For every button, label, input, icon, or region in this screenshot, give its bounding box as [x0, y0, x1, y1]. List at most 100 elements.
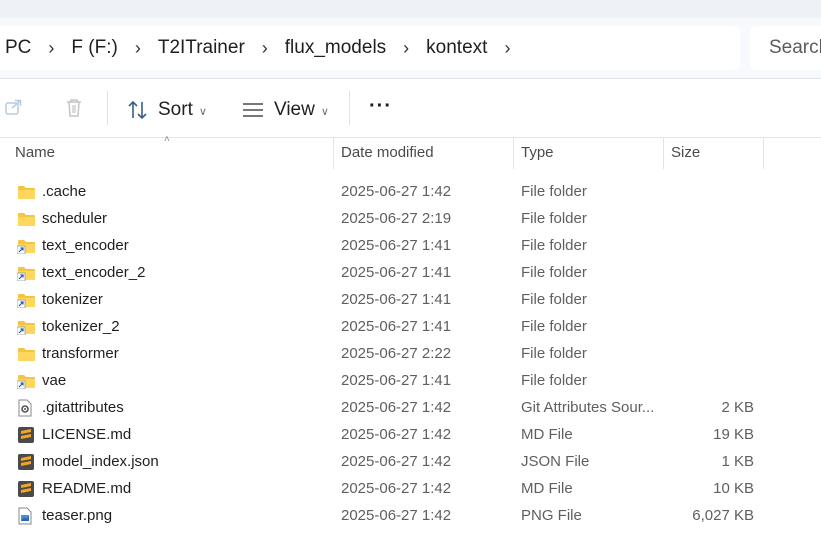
file-row[interactable]: .gitattributes 2025-06-27 1:42 Git Attribu… — [0, 394, 821, 421]
file-row[interactable]: LICENSE.md 2025-06-27 1:42 MD File 19 KB — [0, 421, 821, 448]
sort-icon — [128, 100, 147, 120]
column-divider[interactable] — [663, 137, 664, 169]
toolbar-divider — [349, 91, 350, 125]
file-type: JSON File — [521, 453, 590, 470]
file-size: 10 KB — [713, 480, 754, 497]
file-type: File folder — [521, 318, 587, 335]
view-button[interactable]: View ∨ — [242, 99, 329, 121]
chevron-right-icon[interactable]: › — [493, 38, 521, 59]
column-divider[interactable] — [513, 137, 514, 169]
file-list: .cache 2025-06-27 1:42 File folder schedule… — [0, 178, 821, 529]
file-type: PNG File — [521, 507, 582, 524]
file-name: teaser.png — [42, 507, 113, 524]
file-size: 2 KB — [721, 399, 754, 416]
share-icon — [5, 99, 22, 115]
chevron-down-icon: ∨ — [320, 105, 329, 118]
file-type: File folder — [521, 372, 587, 389]
breadcrumb-item-t2itrainer[interactable]: T2ITrainer — [152, 37, 251, 59]
file-row[interactable]: teaser.png 2025-06-27 1:42 PNG File 6,027 K… — [0, 502, 821, 529]
file-size — [664, 340, 754, 367]
file-size — [664, 286, 754, 313]
column-type-header[interactable]: Type — [521, 137, 554, 169]
breadcrumb-item-drive[interactable]: F (F:) — [65, 37, 123, 59]
file-row[interactable]: text_encoder_2 2025-06-27 1:41 File folder — [0, 259, 821, 286]
sublime-file-icon — [17, 448, 37, 475]
file-row[interactable]: transformer 2025-06-27 2:22 File folder — [0, 340, 821, 367]
address-bar-area: PC › F (F:) › T2ITrainer › flux_models ›… — [0, 18, 821, 79]
file-type: Git Attributes Sour... — [521, 399, 655, 416]
file-name: scheduler — [42, 210, 108, 227]
chevron-right-icon[interactable]: › — [392, 38, 420, 59]
folder-shortcut-icon — [17, 259, 37, 286]
file-row[interactable]: model_index.json 2025-06-27 1:42 JSON File… — [0, 448, 821, 475]
file-name: .cache — [42, 183, 87, 200]
folder-shortcut-icon — [17, 367, 37, 394]
gear-file-icon — [17, 394, 37, 421]
file-row[interactable]: vae 2025-06-27 1:41 File folder — [0, 367, 821, 394]
column-divider[interactable] — [763, 137, 764, 169]
file-name: text_encoder — [42, 237, 129, 254]
breadcrumb-item-pc[interactable]: PC — [0, 37, 37, 59]
chevron-right-icon[interactable]: › — [124, 38, 152, 59]
breadcrumb[interactable]: PC › F (F:) › T2ITrainer › flux_models ›… — [0, 26, 740, 70]
column-date-header[interactable]: Date modified — [341, 137, 434, 169]
search-input[interactable] — [750, 36, 821, 60]
file-name: .gitattributes — [42, 399, 124, 416]
file-date-modified: 2025-06-27 1:42 — [341, 453, 452, 470]
file-size — [664, 205, 754, 232]
sort-button[interactable]: Sort ∨ — [127, 99, 207, 121]
file-size — [664, 178, 754, 205]
file-row[interactable]: tokenizer 2025-06-27 1:41 File folder — [0, 286, 821, 313]
file-size — [664, 259, 754, 286]
trash-icon — [67, 99, 81, 117]
file-date-modified: 2025-06-27 2:22 — [341, 345, 452, 362]
file-row[interactable]: scheduler 2025-06-27 2:19 File folder — [0, 205, 821, 232]
more-icon: ··· — [369, 95, 392, 117]
file-date-modified: 2025-06-27 1:41 — [341, 237, 452, 254]
delete-button[interactable] — [64, 97, 84, 119]
chevron-right-icon[interactable]: › — [37, 38, 65, 59]
file-date-modified: 2025-06-27 1:42 — [341, 426, 452, 443]
breadcrumb-item-kontext[interactable]: kontext — [420, 37, 493, 59]
file-size — [664, 313, 754, 340]
file-row[interactable]: text_encoder 2025-06-27 1:41 File folder — [0, 232, 821, 259]
file-row[interactable]: README.md 2025-06-27 1:42 MD File 10 KB — [0, 475, 821, 502]
file-size: 1 KB — [721, 453, 754, 470]
column-divider[interactable] — [333, 137, 334, 169]
toolbar-divider — [107, 91, 108, 125]
file-name: text_encoder_2 — [42, 264, 146, 281]
chevron-right-icon[interactable]: › — [251, 38, 279, 59]
folder-shortcut-icon — [17, 286, 37, 313]
file-row[interactable]: tokenizer_2 2025-06-27 1:41 File folder — [0, 313, 821, 340]
sublime-file-icon — [17, 421, 37, 448]
view-label: View — [274, 99, 315, 120]
sort-ascending-icon: ˄ — [164, 134, 170, 145]
folder-shortcut-icon — [17, 313, 37, 340]
file-date-modified: 2025-06-27 1:41 — [341, 264, 452, 281]
file-size — [664, 232, 754, 259]
sublime-file-icon — [17, 475, 37, 502]
title-bar — [0, 0, 821, 18]
share-button[interactable] — [4, 97, 24, 117]
column-size-header[interactable]: Size — [671, 137, 700, 169]
file-name: README.md — [42, 480, 132, 497]
file-type: File folder — [521, 237, 587, 254]
view-list-icon — [243, 103, 263, 117]
file-date-modified: 2025-06-27 1:41 — [341, 291, 452, 308]
file-row[interactable]: .cache 2025-06-27 1:42 File folder — [0, 178, 821, 205]
search-box[interactable] — [750, 26, 821, 70]
file-type: File folder — [521, 264, 587, 281]
column-header: ˄ Name Date modified Type Size — [0, 134, 821, 169]
breadcrumb-item-flux-models[interactable]: flux_models — [279, 37, 392, 59]
column-name-header[interactable]: Name — [15, 137, 55, 169]
file-type: File folder — [521, 183, 587, 200]
file-size: 6,027 KB — [692, 507, 754, 524]
file-type: MD File — [521, 480, 573, 497]
folder-icon — [17, 205, 37, 232]
file-type: MD File — [521, 426, 573, 443]
file-name: tokenizer_2 — [42, 318, 120, 335]
file-name: LICENSE.md — [42, 426, 132, 443]
sort-label: Sort — [158, 99, 193, 120]
more-options-button[interactable]: ··· — [369, 95, 392, 118]
file-date-modified: 2025-06-27 1:41 — [341, 318, 452, 335]
